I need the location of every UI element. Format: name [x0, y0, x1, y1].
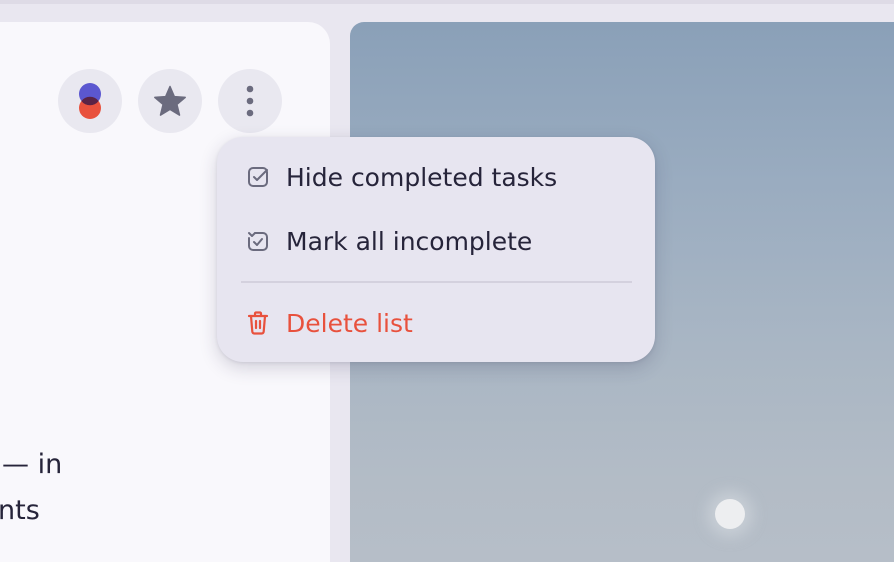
menu-item-delete-list[interactable]: Delete list — [217, 295, 655, 351]
favorite-button[interactable] — [138, 69, 202, 133]
color-circles-icon — [76, 81, 104, 121]
top-bar — [0, 0, 894, 22]
content-text-line: nts — [0, 495, 40, 526]
moon-decoration — [715, 499, 745, 529]
content-text-line: — in — [2, 449, 63, 480]
checkbox-checked-icon — [245, 164, 271, 190]
menu-item-label: Mark all incomplete — [286, 226, 533, 256]
menu-item-label: Hide completed tasks — [286, 162, 558, 192]
more-options-button[interactable] — [218, 69, 282, 133]
top-bar-edge — [0, 0, 894, 4]
menu-item-hide-completed[interactable]: Hide completed tasks — [217, 149, 655, 205]
star-icon — [153, 85, 187, 117]
trash-icon — [245, 310, 271, 336]
menu-item-mark-incomplete[interactable]: Mark all incomplete — [217, 213, 655, 269]
menu-item-label: Delete list — [286, 308, 413, 338]
vertical-ellipsis-icon — [245, 85, 255, 117]
menu-divider — [241, 281, 632, 283]
checkbox-undo-icon — [245, 228, 271, 254]
color-theme-button[interactable] — [58, 69, 122, 133]
list-options-menu: Hide completed tasks Mark all incomplete… — [217, 137, 655, 362]
